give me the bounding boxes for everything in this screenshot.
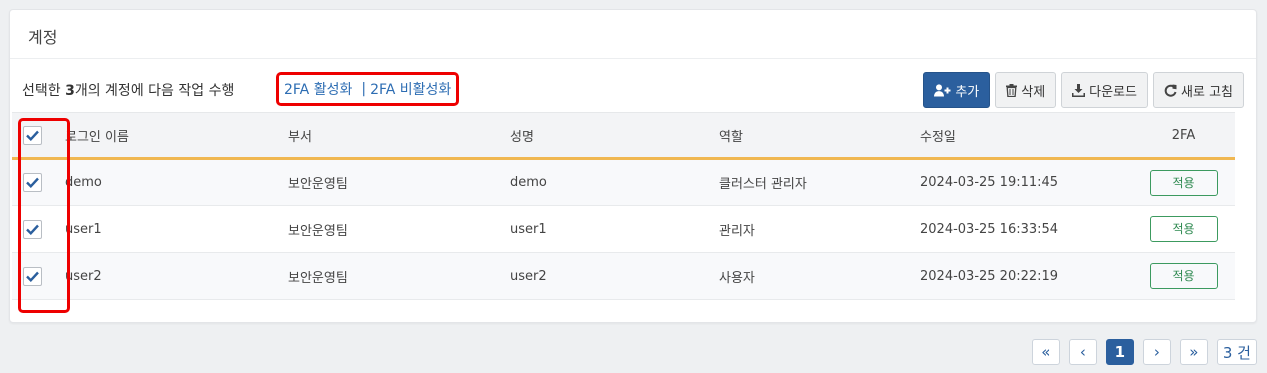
add-button[interactable]: 추가 <box>923 72 991 108</box>
cell-login: demo <box>65 175 102 190</box>
delete-button-label: 삭제 <box>1021 84 1046 100</box>
bulk-action-prefix: 선택한 <box>22 83 66 99</box>
checkmark-icon <box>26 271 39 282</box>
cell-dept: 보안운영팀 <box>288 270 348 286</box>
refresh-button[interactable]: 새로 고침 <box>1153 72 1244 108</box>
column-header-dept[interactable]: 부서 <box>288 112 510 160</box>
row-checkbox[interactable] <box>23 219 42 239</box>
download-icon <box>1072 83 1086 97</box>
cell-modified: 2024-03-25 16:33:54 <box>920 221 1059 237</box>
last-page-button[interactable]: » <box>1179 339 1208 365</box>
table-header-row: 로그인 이름 부서 성명 역할 수정일 2FA <box>12 112 1235 160</box>
2fa-status-badge: 적용 <box>1149 169 1218 196</box>
cell-modified: 2024-03-25 20:22:19 <box>920 268 1059 284</box>
cell-modified: 2024-03-25 19:11:45 <box>920 175 1059 190</box>
trash-icon <box>1006 83 1018 97</box>
total-count: 3 건 <box>1216 339 1257 365</box>
cell-name: demo <box>510 175 547 190</box>
download-button[interactable]: 다운로드 <box>1061 72 1149 108</box>
2fa-status-badge: 적용 <box>1149 263 1218 289</box>
prev-page-button[interactable]: ‹ <box>1068 339 1097 365</box>
cell-role: 클러스터 관리자 <box>719 177 807 192</box>
next-page-button[interactable]: › <box>1142 339 1171 365</box>
2fa-actions-highlight: 2FA 활성화 | 2FA 비활성화 <box>276 72 460 106</box>
cell-login: user1 <box>65 221 102 237</box>
checkmark-icon <box>26 177 39 188</box>
first-page-button[interactable]: « <box>1031 339 1060 365</box>
column-header-name[interactable]: 성명 <box>510 112 719 160</box>
column-header-login[interactable]: 로그인 이름 <box>65 112 288 160</box>
link-separator: | <box>361 81 367 97</box>
row-checkbox-cell <box>12 253 65 300</box>
toolbar: 추가 삭제 다운로드 새로 고침 <box>923 72 1244 108</box>
cell-role: 관리자 <box>719 223 755 239</box>
cell-2fa: 적용 <box>1132 206 1235 253</box>
cell-2fa: 적용 <box>1132 253 1235 300</box>
cell-name: user2 <box>510 268 547 284</box>
row-checkbox-cell <box>12 206 65 253</box>
disable-2fa-link[interactable]: 2FA 비활성화 <box>370 79 451 99</box>
selected-count: 3 <box>65 83 75 99</box>
select-all-checkbox[interactable] <box>23 125 42 145</box>
checkmark-icon <box>26 130 39 141</box>
delete-button[interactable]: 삭제 <box>995 72 1057 108</box>
add-button-label: 추가 <box>955 84 980 100</box>
cell-dept: 보안운영팀 <box>288 223 348 239</box>
page-button-current[interactable]: 1 <box>1105 339 1134 365</box>
cell-name: user1 <box>510 221 547 237</box>
table-row[interactable]: user2 보안운영팀 user2 사용자 2024-03-25 20:22:1… <box>12 252 1235 300</box>
refresh-button-label: 새로 고침 <box>1181 84 1233 100</box>
cell-dept: 보안운영팀 <box>288 177 348 192</box>
column-header-2fa[interactable]: 2FA <box>1132 112 1235 160</box>
table-row[interactable]: user1 보안운영팀 user1 관리자 2024-03-25 16:33:5… <box>12 206 1235 253</box>
select-all-cell <box>12 112 65 160</box>
pagination: « ‹ 1 › » 3 건 <box>1031 339 1257 365</box>
accounts-table: 로그인 이름 부서 성명 역할 수정일 2FA demo 보안운영팀 demo … <box>12 112 1235 300</box>
cell-login: user2 <box>65 268 102 284</box>
cell-2fa: 적용 <box>1132 159 1235 206</box>
table-row[interactable]: demo 보안운영팀 demo 클러스터 관리자 2024-03-25 19:1… <box>12 158 1235 206</box>
bulk-action-suffix: 개의 계정에 다음 작업 수행 <box>74 83 235 99</box>
add-user-icon <box>934 83 951 97</box>
cell-role: 사용자 <box>719 270 755 286</box>
row-checkbox[interactable] <box>23 266 42 286</box>
checkmark-icon <box>26 224 39 235</box>
enable-2fa-link[interactable]: 2FA 활성화 <box>284 79 352 99</box>
2fa-status-badge: 적용 <box>1149 216 1218 242</box>
download-button-label: 다운로드 <box>1089 84 1138 100</box>
row-checkbox-cell <box>12 159 65 206</box>
refresh-icon <box>1164 84 1177 97</box>
panel-title: 계정 <box>28 28 58 47</box>
row-checkbox[interactable] <box>23 173 42 192</box>
column-header-modified[interactable]: 수정일 <box>920 112 1132 160</box>
panel-divider <box>10 58 1256 59</box>
column-header-role[interactable]: 역할 <box>719 112 920 160</box>
bulk-action-bar: 선택한 3개의 계정에 다음 작업 수행 2FA 활성화 | 2FA 비활성화 <box>22 72 460 106</box>
